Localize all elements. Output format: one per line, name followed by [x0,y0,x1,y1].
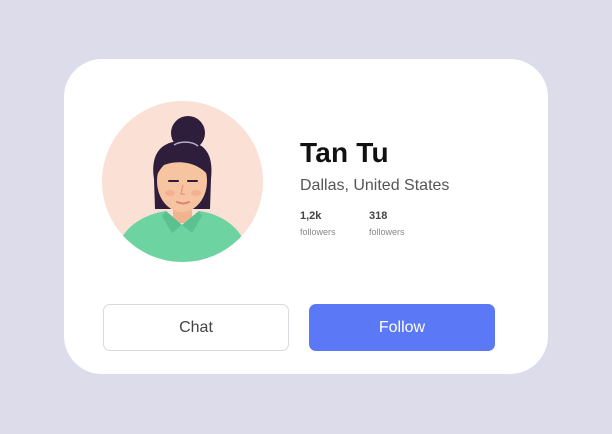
stat-label: followers [369,227,405,237]
stat-followers-1: 1,2k followers [300,210,336,237]
profile-name: Tan Tu [300,137,389,168]
avatar [102,101,263,262]
stat-value: 1,2k [300,210,322,222]
stat-label: followers [300,227,336,237]
stat-followers-2: 318 followers [369,210,405,237]
profile-location: Dallas, United States [300,177,450,194]
stat-value: 318 [369,210,388,222]
chat-button[interactable]: Chat [103,304,289,351]
profile-card: Tan Tu Dallas, United States 1,2k follow… [64,59,548,374]
person-illustration-icon [102,101,263,262]
follow-button[interactable]: Follow [309,304,495,351]
